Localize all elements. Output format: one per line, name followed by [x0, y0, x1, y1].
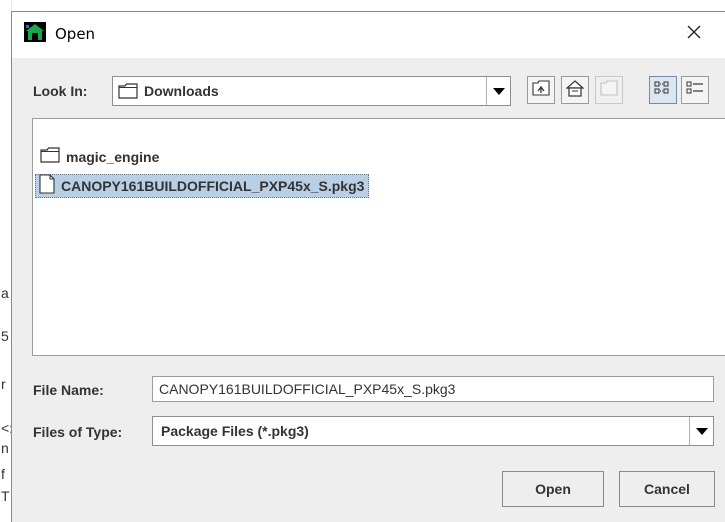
folder-icon [40, 146, 60, 168]
dialog-title: Open [55, 25, 96, 43]
new-folder-icon [600, 79, 618, 101]
list-item-folder[interactable]: magic_engine [37, 145, 163, 169]
close-button[interactable] [672, 18, 716, 50]
background-text: f [1, 466, 5, 482]
file-name-label: CANOPY161BUILDOFFICIAL_PXP45x_S.pkg3 [61, 178, 365, 194]
background-text: n [1, 440, 9, 456]
look-in-label: Look In: [33, 83, 88, 99]
file-name-input[interactable] [152, 376, 714, 402]
up-one-level-icon [532, 79, 550, 101]
file-name-field-label: File Name: [33, 382, 104, 398]
list-view-button[interactable] [649, 76, 677, 104]
java-app-icon [24, 22, 46, 42]
file-type-combo[interactable]: Package Files (*.pkg3) [152, 416, 714, 446]
open-dialog: Open Look In: Downloads magic_engine CAN… [11, 11, 725, 522]
file-type-label: Files of Type: [33, 424, 123, 440]
folder-icon [118, 83, 138, 104]
list-view-icon [654, 80, 672, 101]
open-button[interactable]: Open [502, 471, 604, 507]
file-type-dropdown-button[interactable] [689, 417, 713, 445]
home-button[interactable] [561, 76, 589, 104]
file-icon [39, 173, 55, 199]
chevron-down-icon [695, 427, 708, 435]
close-icon [687, 25, 701, 44]
title-bar: Open [12, 12, 725, 58]
file-name-label: magic_engine [66, 149, 160, 165]
new-folder-button[interactable] [595, 76, 623, 104]
file-list[interactable]: magic_engine CANOPY161BUILDOFFICIAL_PXP4… [32, 118, 725, 356]
details-view-button[interactable] [681, 76, 709, 104]
details-view-icon [686, 80, 704, 101]
look-in-dropdown-button[interactable] [486, 77, 510, 105]
background-text: r [1, 376, 6, 392]
chevron-down-icon [492, 87, 505, 95]
up-one-level-button[interactable] [527, 76, 555, 104]
file-type-value: Package Files (*.pkg3) [161, 423, 309, 439]
list-item-file[interactable]: CANOPY161BUILDOFFICIAL_PXP45x_S.pkg3 [35, 173, 370, 199]
look-in-value: Downloads [144, 83, 219, 99]
background-text: T [1, 488, 10, 504]
home-icon [565, 79, 585, 102]
background-text: 5 [1, 328, 9, 344]
look-in-combo[interactable]: Downloads [112, 76, 511, 106]
background-text: a [1, 285, 9, 301]
cancel-button[interactable]: Cancel [619, 471, 715, 507]
